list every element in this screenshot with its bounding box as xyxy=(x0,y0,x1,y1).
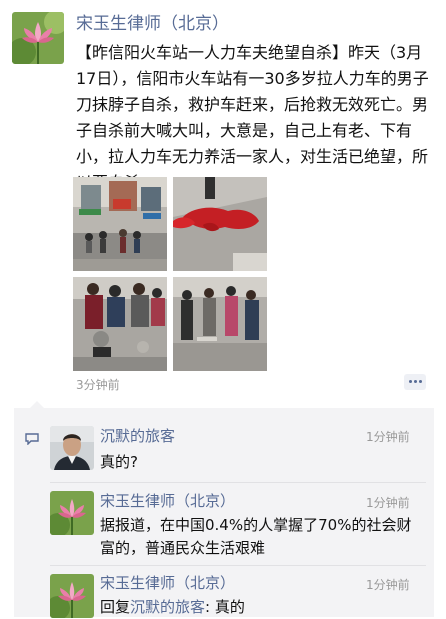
author-avatar[interactable] xyxy=(12,12,64,64)
post-photo-4[interactable] xyxy=(173,277,267,371)
comment-timestamp: 1分钟前 xyxy=(366,430,410,444)
comment-icon xyxy=(25,433,39,445)
dot-icon xyxy=(419,380,422,383)
comments-section: 沉默的旅客 1分钟前 真的? 宋玉生律师（北京） 1分钟前 据报道，在中国0.4… xyxy=(14,401,434,619)
post-timestamp: 3分钟前 xyxy=(76,378,120,392)
reply-prefix: 回复 xyxy=(100,598,131,616)
commenter-avatar[interactable] xyxy=(50,426,94,470)
dot-icon xyxy=(409,380,412,383)
comment-divider xyxy=(50,565,426,566)
post-text: 【昨信阳火车站一人力车夫绝望自杀】昨天（3月17日），信阳市火车站有一30多岁拉… xyxy=(76,43,429,192)
comment-text: 真的? xyxy=(100,453,138,471)
comment-text: 据报道，在中国0.4%的人掌握了70%的社会财富的，普通民众生活艰难 xyxy=(100,516,412,557)
comment-author[interactable]: 宋玉生律师（北京） xyxy=(100,572,235,593)
comment-reply-text: 回复沉默的旅客: 真的 xyxy=(100,596,245,619)
post-author-name[interactable]: 宋玉生律师（北京） xyxy=(76,9,229,34)
comment-timestamp: 1分钟前 xyxy=(366,496,410,510)
post-photo-1[interactable] xyxy=(73,177,167,271)
post-photo-2[interactable] xyxy=(173,177,267,271)
comment-timestamp: 1分钟前 xyxy=(366,578,410,592)
comment-author[interactable]: 宋玉生律师（北京） xyxy=(100,490,235,511)
moments-post: 宋玉生律师（北京） 【昨信阳火车站一人力车夫绝望自杀】昨天（3月17日），信阳市… xyxy=(0,0,446,410)
dot-icon xyxy=(414,380,417,383)
reply-to-user-link[interactable]: 沉默的旅客 xyxy=(130,598,205,616)
commenter-avatar[interactable] xyxy=(50,574,94,618)
post-photo-3[interactable] xyxy=(73,277,167,371)
comment-author[interactable]: 沉默的旅客 xyxy=(100,425,175,446)
more-actions-button[interactable] xyxy=(404,374,426,390)
comment-divider xyxy=(50,482,426,483)
commenter-avatar[interactable] xyxy=(50,491,94,535)
reply-body: : 真的 xyxy=(205,598,245,616)
